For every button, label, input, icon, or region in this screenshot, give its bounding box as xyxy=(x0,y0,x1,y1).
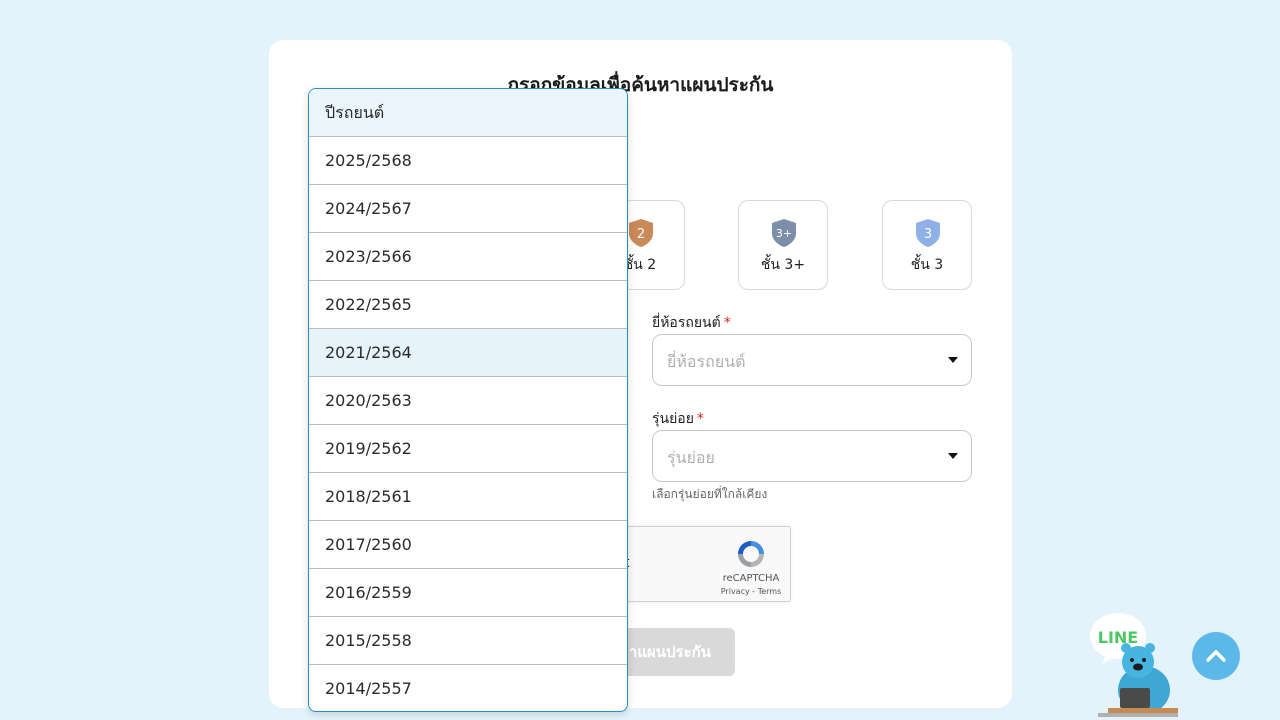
tier-label: ชั้น 3 xyxy=(910,257,944,273)
shield-icon: 3 xyxy=(916,219,940,247)
line-chat-widget[interactable]: LINE xyxy=(1088,612,1184,720)
submodel-select[interactable]: รุ่นย่อย xyxy=(652,430,972,482)
recaptcha-logo-icon xyxy=(738,541,764,567)
year-option[interactable]: 2014/2557 xyxy=(309,665,627,711)
brand-select-placeholder: ยี่ห้อรถยนต์ xyxy=(667,352,746,371)
year-dropdown-menu[interactable]: ปีรถยนต์ 2025/2568 2024/2567 2023/2566 2… xyxy=(308,88,628,712)
submodel-field-label: รุ่นย่อย * xyxy=(652,408,704,430)
scroll-to-top-button[interactable] xyxy=(1192,632,1240,680)
year-option[interactable]: 2020/2563 xyxy=(309,377,627,425)
year-option[interactable]: 2018/2561 xyxy=(309,473,627,521)
required-mark: * xyxy=(696,411,704,427)
shield-icon: 3+ xyxy=(772,219,796,247)
recaptcha-widget[interactable]: t reCAPTCHA Privacy - Terms xyxy=(609,526,791,602)
recaptcha-brand: reCAPTCHA xyxy=(722,573,780,584)
year-option[interactable]: 2015/2558 xyxy=(309,617,627,665)
tier-option-3[interactable]: 3 ชั้น 3 xyxy=(882,200,972,290)
submodel-hint: เลือกรุ่นย่อยที่ใกล้เคียง xyxy=(652,487,768,501)
year-option[interactable]: 2017/2560 xyxy=(309,521,627,569)
svg-text:3: 3 xyxy=(924,227,932,242)
caret-down-icon xyxy=(948,453,958,459)
brand-label-text: ยี่ห้อรถยนต์ xyxy=(652,315,721,331)
caret-down-icon xyxy=(948,357,958,363)
shield-icon: 2 xyxy=(629,219,653,247)
year-option[interactable]: 2019/2562 xyxy=(309,425,627,473)
chevron-up-icon xyxy=(1206,650,1226,662)
dropdown-header-year: ปีรถยนต์ xyxy=(309,89,627,137)
search-plans-button-label: าแผนประกัน xyxy=(628,643,711,661)
year-option[interactable]: 2024/2567 xyxy=(309,185,627,233)
year-option[interactable]: 2022/2565 xyxy=(309,281,627,329)
recaptcha-links[interactable]: Privacy - Terms xyxy=(714,587,788,596)
svg-text:LINE: LINE xyxy=(1098,628,1138,647)
tier-label: ชั้น 3+ xyxy=(760,257,806,273)
brand-field-label: ยี่ห้อรถยนต์ * xyxy=(652,312,731,334)
year-option-hovered[interactable]: 2021/2564 xyxy=(309,329,627,377)
submodel-select-placeholder: รุ่นย่อย xyxy=(667,448,715,467)
required-mark: * xyxy=(723,315,731,331)
submodel-label-text: รุ่นย่อย xyxy=(652,411,694,427)
tier-option-3-plus[interactable]: 3+ ชั้น 3+ xyxy=(738,200,828,290)
svg-text:2: 2 xyxy=(637,227,645,242)
year-option[interactable]: 2025/2568 xyxy=(309,137,627,185)
svg-text:3+: 3+ xyxy=(776,227,792,240)
year-option[interactable]: 2023/2566 xyxy=(309,233,627,281)
brand-select[interactable]: ยี่ห้อรถยนต์ xyxy=(652,334,972,386)
year-option[interactable]: 2016/2559 xyxy=(309,569,627,617)
